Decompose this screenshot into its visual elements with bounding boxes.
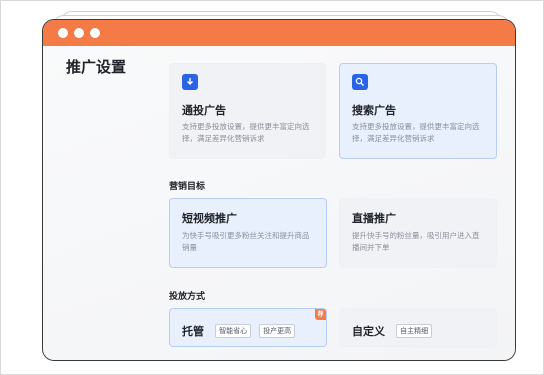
- app-window: 推广设置 通投广告 支持更多投放设置，提供更丰富定向选择，满足差异化营销诉求 搜…: [42, 19, 516, 361]
- ad-type-desc: 支持更多投放设置，提供更丰富定向选择，满足差异化营销诉求: [182, 122, 310, 143]
- goal-card-short-video[interactable]: 短视频推广 为快手号吸引更多粉丝关注和提升商品销量: [169, 198, 327, 268]
- close-dot-icon[interactable]: [58, 28, 68, 38]
- ad-type-title: 搜索广告: [352, 104, 396, 117]
- marketing-goal-label: 营销目标: [169, 182, 206, 192]
- delivery-tag: 智能省心: [215, 323, 252, 338]
- delivery-method-label: 投放方式: [169, 292, 206, 302]
- ad-type-card-general[interactable]: 通投广告 支持更多投放设置，提供更丰富定向选择，满足差异化营销诉求: [169, 63, 326, 159]
- page-title: 推广设置: [66, 58, 127, 76]
- ad-type-title: 通投广告: [182, 104, 226, 117]
- ad-type-desc: 支持更多投放设置，提供更丰富定向选择，满足差异化营销诉求: [352, 122, 480, 143]
- recommend-badge: 荐: [315, 309, 326, 320]
- delivery-tag: 投产更高: [259, 323, 296, 338]
- ad-type-card-search[interactable]: 搜索广告 支持更多投放设置，提供更丰富定向选择，满足差异化营销诉求: [339, 63, 497, 159]
- window-titlebar: [43, 20, 515, 46]
- download-doc-icon: [182, 74, 198, 90]
- delivery-card-custom[interactable]: 自定义 自主精细: [339, 308, 497, 347]
- delivery-title: 自定义: [352, 324, 385, 338]
- goal-desc: 提升快手号的粉丝量，吸引用户进入直播间并下单: [352, 231, 480, 252]
- goal-card-live[interactable]: 直播推广 提升快手号的粉丝量，吸引用户进入直播间并下单: [339, 198, 497, 268]
- delivery-title: 托管: [182, 324, 204, 338]
- goal-title: 短视频推广: [182, 212, 237, 225]
- window-controls: [58, 28, 100, 38]
- delivery-card-managed[interactable]: 托管 智能省心 投产更高 荐: [169, 308, 327, 347]
- goal-desc: 为快手号吸引更多粉丝关注和提升商品销量: [182, 231, 310, 252]
- minimize-dot-icon[interactable]: [74, 28, 84, 38]
- delivery-tag: 自主精细: [396, 323, 433, 338]
- goal-title: 直播推广: [352, 212, 396, 225]
- delivery-row: 自定义 自主精细: [352, 320, 433, 339]
- maximize-dot-icon[interactable]: [90, 28, 100, 38]
- settings-panel: 推广设置 通投广告 支持更多投放设置，提供更丰富定向选择，满足差异化营销诉求 搜…: [43, 46, 515, 360]
- delivery-row: 托管 智能省心 投产更高: [182, 320, 296, 339]
- search-doc-icon: [352, 74, 368, 90]
